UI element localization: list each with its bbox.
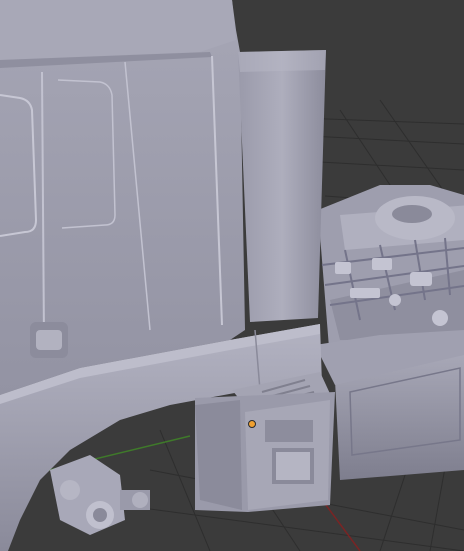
chassis[interactable] [315, 185, 464, 480]
3d-viewport[interactable] [0, 0, 464, 551]
door-handle[interactable] [30, 322, 68, 358]
wheel-hub[interactable] [50, 455, 150, 535]
origin-point[interactable] [248, 420, 256, 428]
viewport-canvas[interactable] [0, 0, 464, 551]
truck-cab[interactable] [0, 0, 245, 395]
side-deflector[interactable] [238, 50, 326, 322]
